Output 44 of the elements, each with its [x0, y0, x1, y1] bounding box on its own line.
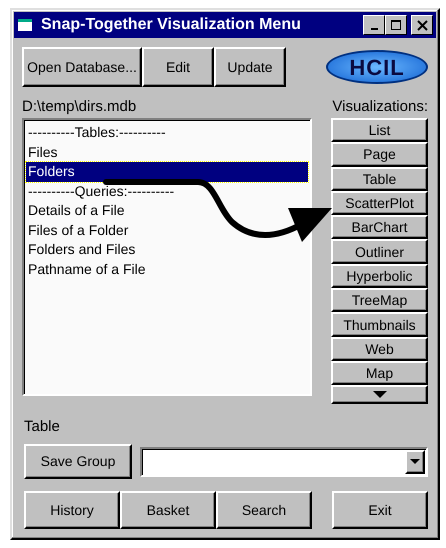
- close-button[interactable]: [411, 15, 433, 35]
- minimize-icon: [370, 28, 378, 30]
- hcil-logo: HCIL: [326, 50, 428, 84]
- visualization-button[interactable]: TreeMap: [331, 288, 428, 312]
- window-icon: [17, 17, 35, 33]
- visualization-button[interactable]: Map: [331, 360, 428, 386]
- table-list[interactable]: ----------Tables:---------- Files Folders ----------Queries:---------- Details of a File Files of a Folder Folders and Files Pathname of a File: [22, 118, 312, 396]
- list-item[interactable]: Details of a File: [26, 201, 124, 220]
- list-item[interactable]: Folders: [26, 162, 308, 182]
- visualization-button[interactable]: Thumbnails: [331, 312, 428, 337]
- list-item[interactable]: Files of a Folder: [26, 220, 128, 240]
- down-arrow-icon: [372, 390, 386, 399]
- list-item[interactable]: ----------Queries:----------: [26, 182, 174, 201]
- visualization-button[interactable]: ScatterPlot: [331, 190, 428, 216]
- close-icon: [416, 20, 428, 30]
- list-item[interactable]: ----------Tables:----------: [26, 123, 166, 142]
- database-path: D:\temp\dirs.mdb: [22, 97, 138, 117]
- bottom-button[interactable]: Search: [216, 491, 312, 530]
- visualization-button[interactable]: Hyperbolic: [331, 264, 428, 288]
- list-item[interactable]: Pathname of a File: [26, 260, 146, 279]
- group-combo-field[interactable]: [140, 446, 428, 477]
- status-text: Table: [23, 417, 61, 438]
- visualization-button[interactable]: BarChart: [331, 215, 428, 240]
- maximize-icon: [390, 19, 402, 31]
- toolbar-button[interactable]: Open Database...: [22, 47, 142, 87]
- visualization-button[interactable]: Outliner: [331, 239, 428, 264]
- visualization-button[interactable]: Table: [331, 166, 428, 191]
- window-title: Snap-Together Visualization Menu: [41, 15, 302, 35]
- visualization-button[interactable]: Page: [331, 142, 428, 167]
- toolbar-button[interactable]: Edit: [142, 47, 214, 87]
- bottom-button[interactable]: History: [24, 491, 120, 530]
- exit-button[interactable]: Exit: [332, 491, 428, 530]
- scroll-down-button[interactable]: [331, 385, 428, 404]
- maximize-button[interactable]: [385, 15, 407, 35]
- visualizations-label: Visualizations:: [332, 97, 428, 117]
- save-group-button[interactable]: Save Group: [24, 444, 132, 480]
- toolbar-button[interactable]: Update: [214, 47, 286, 87]
- dropdown-icon[interactable]: [405, 450, 425, 474]
- bottom-button[interactable]: Basket: [120, 491, 216, 530]
- minimize-button[interactable]: [363, 15, 385, 35]
- list-item[interactable]: Folders and Files: [26, 240, 136, 260]
- list-item[interactable]: Files: [26, 142, 58, 162]
- visualization-button[interactable]: List: [331, 118, 428, 142]
- visualization-button[interactable]: Web: [331, 336, 428, 361]
